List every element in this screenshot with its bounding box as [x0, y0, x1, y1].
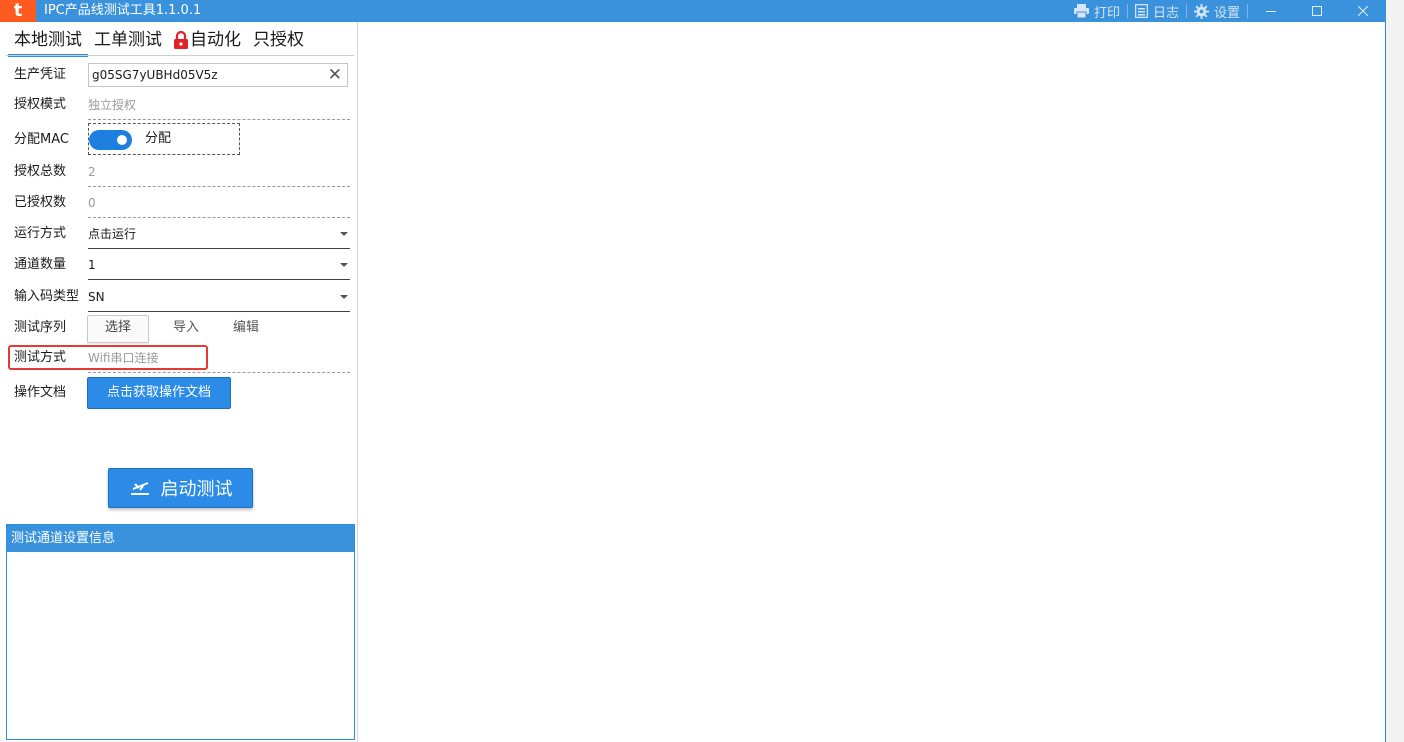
input-code-type-label: 输入码类型	[14, 289, 80, 304]
auth-mode-value: 独立授权	[88, 90, 350, 120]
operation-doc-label: 操作文档	[14, 385, 67, 400]
chevron-down-icon	[340, 295, 348, 299]
authorized-count-row: 已授权数 0	[14, 188, 350, 218]
printer-icon	[1073, 4, 1089, 18]
settings-label: 设置	[1213, 5, 1240, 21]
minimize-button[interactable]	[1248, 0, 1294, 22]
input-code-type-value: SN	[88, 290, 105, 304]
run-mode-label: 运行方式	[14, 226, 67, 241]
gear-icon	[1193, 3, 1209, 19]
background-strip	[1386, 0, 1404, 742]
input-code-type-row: 输入码类型 SN	[14, 282, 350, 312]
tab-divider	[6, 55, 354, 56]
credential-label: 生产凭证	[14, 67, 67, 82]
test-sequence-label: 测试序列	[14, 320, 67, 335]
auth-mode-row: 授权模式 独立授权	[14, 90, 350, 120]
authorized-count-label: 已授权数	[14, 195, 67, 210]
test-method-highlight	[8, 345, 208, 370]
auth-mode-label: 授权模式	[14, 97, 67, 112]
auth-total-value: 2	[88, 157, 350, 187]
clear-icon[interactable]: ✕	[328, 64, 342, 86]
edit-button[interactable]: 编辑	[233, 315, 259, 341]
tab-work-order-test[interactable]: 工单测试	[88, 26, 168, 54]
settings-button[interactable]: 设置	[1187, 2, 1247, 21]
authorized-count-value: 0	[88, 188, 350, 218]
channel-settings-title: 测试通道设置信息	[7, 525, 354, 552]
takeoff-icon	[130, 482, 149, 495]
run-mode-value: 点击运行	[88, 227, 137, 241]
title-bar: t IPC产品线测试工具1.1.0.1 打印 日志 设置	[0, 0, 1386, 22]
app-logo: t	[0, 0, 36, 22]
credential-input[interactable]: g05SG7yUBHd05V5z ✕	[88, 63, 348, 87]
start-test-button[interactable]: 启动测试	[108, 468, 253, 508]
credential-value: g05SG7yUBHd05V5z	[92, 68, 218, 82]
channel-count-value: 1	[88, 258, 96, 272]
app-title: IPC产品线测试工具1.1.0.1	[44, 3, 202, 18]
assign-mac-label: 分配MAC	[14, 132, 69, 147]
close-button[interactable]	[1340, 0, 1386, 22]
import-button[interactable]: 导入	[173, 315, 199, 341]
maximize-icon	[1312, 6, 1322, 16]
minimize-icon	[1266, 11, 1276, 12]
chevron-down-icon	[340, 232, 348, 236]
log-icon	[1134, 4, 1148, 18]
print-label: 打印	[1093, 5, 1120, 21]
maximize-button[interactable]	[1294, 0, 1340, 22]
channel-count-select[interactable]: 1	[88, 250, 350, 280]
assign-mac-toggle-text: 分配	[145, 131, 172, 146]
select-sequence-button[interactable]: 选择	[87, 315, 149, 343]
tab-auth-only[interactable]: 只授权	[247, 26, 310, 54]
log-label: 日志	[1152, 5, 1179, 21]
auth-total-label: 授权总数	[14, 164, 67, 179]
tab-label: 只授权	[253, 30, 304, 50]
channel-settings-panel: 测试通道设置信息	[6, 524, 355, 740]
toggle-knob	[117, 135, 127, 145]
tab-label: 工单测试	[94, 30, 162, 50]
assign-mac-toggle[interactable]	[89, 130, 132, 150]
input-code-type-select[interactable]: SN	[88, 282, 350, 312]
run-mode-row: 运行方式 点击运行	[14, 219, 350, 249]
assign-mac-toggle-group[interactable]: 分配	[88, 123, 240, 155]
tab-bar: 本地测试 工单测试 自动化 只授权	[8, 26, 310, 57]
title-bar-actions: 打印 日志 设置	[1067, 0, 1386, 22]
chevron-down-icon	[340, 263, 348, 267]
tab-label: 本地测试	[14, 30, 82, 50]
start-test-label: 启动测试	[160, 479, 233, 500]
close-icon	[1358, 6, 1368, 16]
log-button[interactable]: 日志	[1128, 2, 1186, 21]
channel-count-label: 通道数量	[14, 257, 67, 272]
tab-label: 自动化	[190, 30, 241, 50]
lock-icon	[174, 31, 188, 49]
channel-count-row: 通道数量 1	[14, 250, 350, 280]
app-window: t IPC产品线测试工具1.1.0.1 打印 日志 设置 本地测试 工单测试 自…	[0, 0, 1386, 742]
tab-local-test[interactable]: 本地测试	[8, 26, 88, 57]
print-button[interactable]: 打印	[1067, 2, 1127, 21]
get-operation-doc-button[interactable]: 点击获取操作文档	[87, 377, 231, 409]
auth-total-row: 授权总数 2	[14, 157, 350, 187]
run-mode-select[interactable]: 点击运行	[88, 219, 350, 249]
tab-automation[interactable]: 自动化	[168, 26, 247, 54]
